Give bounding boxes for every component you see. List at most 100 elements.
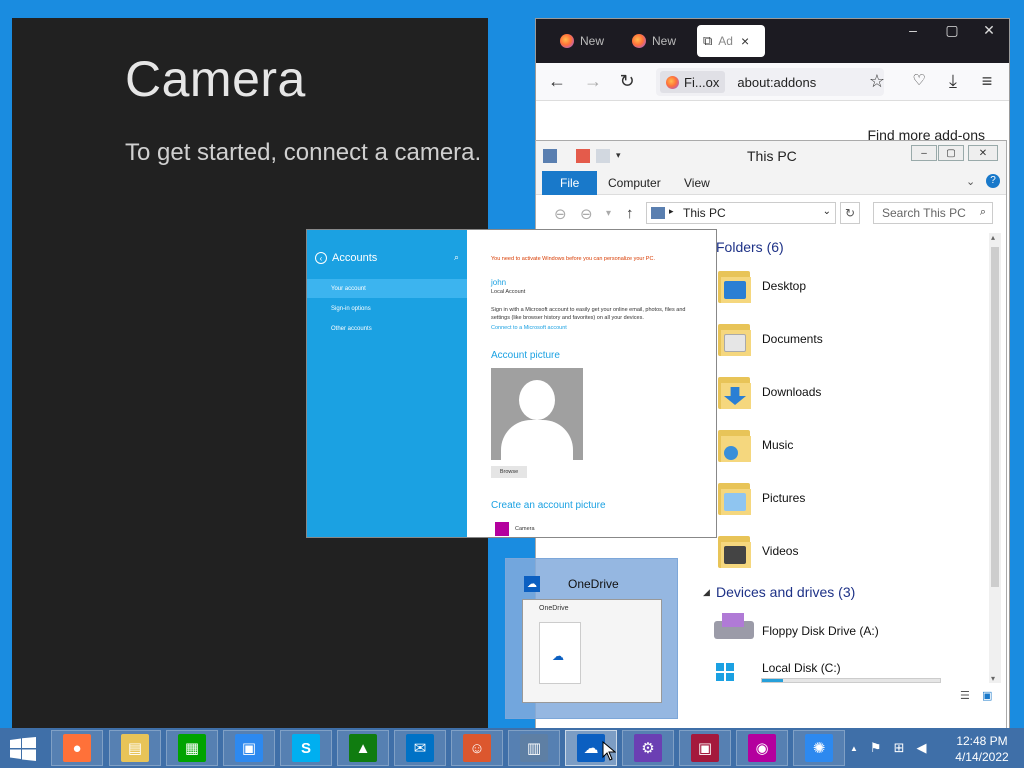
ribbon-expand-icon[interactable]: ⌄ xyxy=(966,175,975,188)
reload-icon[interactable]: ↻ xyxy=(616,71,638,92)
folder-downloads[interactable]: Downloads xyxy=(762,385,821,399)
forward-arrow-icon[interactable]: → xyxy=(582,71,604,92)
accounts-nav-your-account[interactable]: Your account xyxy=(307,279,467,298)
folder-icon xyxy=(718,322,752,358)
taskbar-file-explorer-button[interactable]: ▤ xyxy=(109,730,161,766)
show-hidden-icons-icon[interactable]: ▲ xyxy=(850,744,858,753)
taskbar-clock[interactable]: 12:48 PM 4/14/2022 xyxy=(950,733,1014,765)
explorer-scrollbar[interactable]: ▴ ▾ xyxy=(989,233,1001,683)
explorer-maximize-button[interactable]: ▢ xyxy=(938,145,964,161)
action-center-flag-icon[interactable]: ⚑ xyxy=(870,740,882,756)
taskbar-brightness-button[interactable]: ✺ xyxy=(793,730,845,766)
url-bar[interactable]: Fi...ox about:addons xyxy=(656,68,884,96)
taskbar-games-button[interactable]: ▲ xyxy=(337,730,389,766)
explorer-address-row: ⊖ ⊖ ▾ ↑ ▸ This PC ⌄ ↻ Search This PC ⌕ xyxy=(536,195,1006,229)
camera-icon: ◉ xyxy=(748,734,776,762)
folder-pictures[interactable]: Pictures xyxy=(762,491,805,505)
folders-group-header[interactable]: Folders (6) xyxy=(716,239,784,255)
volume-muted-icon[interactable]: ◀ xyxy=(916,740,926,756)
scrollbar-thumb[interactable] xyxy=(991,247,999,587)
onedrive-preview-image[interactable]: OneDrive ☁ xyxy=(522,599,662,703)
up-arrow-icon[interactable]: ↑ xyxy=(626,205,634,222)
taskbar-settings-button[interactable]: ⚙ xyxy=(622,730,674,766)
control-panel-icon: ▣ xyxy=(235,734,263,762)
people-icon: ☺ xyxy=(463,734,491,762)
taskbar-firefox-button[interactable]: ● xyxy=(51,730,103,766)
forward-icon[interactable]: ⊖ xyxy=(580,205,593,223)
taskbar-skype-button[interactable]: S xyxy=(280,730,332,766)
tab-new-2[interactable]: New xyxy=(626,25,692,57)
onedrive-thumbnail-preview[interactable]: ☁ OneDrive OneDrive ☁ xyxy=(505,558,678,719)
new-folder-icon[interactable] xyxy=(596,149,610,163)
scroll-down-icon[interactable]: ▾ xyxy=(991,674,995,683)
ribbon-tab-computer[interactable]: Computer xyxy=(608,171,661,195)
camera-option[interactable]: Camera xyxy=(495,522,535,536)
onedrive-preview-label: OneDrive xyxy=(568,577,619,591)
tab-label: Ad xyxy=(718,34,733,48)
minimize-button[interactable]: – xyxy=(896,19,930,41)
taskbar-mail-button[interactable]: ✉ xyxy=(394,730,446,766)
identity-chip[interactable]: Fi...ox xyxy=(660,71,726,93)
collapse-triangle-icon[interactable]: ◢ xyxy=(703,587,710,598)
pocket-icon[interactable]: ♡ xyxy=(908,71,930,89)
folder-desktop[interactable]: Desktop xyxy=(762,279,806,293)
tab-label: New xyxy=(580,34,605,48)
search-input[interactable]: Search This PC ⌕ xyxy=(873,202,993,224)
accounts-header[interactable]: ‹ Accounts xyxy=(315,252,377,264)
clock-time: 12:48 PM xyxy=(956,734,1008,748)
back-icon[interactable]: ⊖ xyxy=(554,205,567,223)
chevron-down-icon[interactable]: ⌄ xyxy=(823,206,831,217)
devices-group-header[interactable]: Devices and drives (3) xyxy=(716,584,855,600)
taskbar: ● ▤ ▦ ▣ S ▲ ✉ ☺ ▥ ☁ ⚙ ▣ ◉ ✺ ▲ ⚑ ⊞ ◀ 12:48 PM 4/14/202… xyxy=(0,728,1024,768)
details-view-icon[interactable]: ☰ xyxy=(960,689,970,702)
maximize-button[interactable]: ▢ xyxy=(935,19,969,41)
tab-close-icon[interactable]: × xyxy=(741,33,749,49)
onedrive-cloud-icon: ☁ xyxy=(524,576,540,592)
taskbar-store-button[interactable]: ▦ xyxy=(166,730,218,766)
search-icon[interactable]: ⌕ xyxy=(454,252,459,263)
recent-dropdown-icon[interactable]: ▾ xyxy=(606,208,611,219)
explorer-title-bar: ▾ This PC – ▢ ✕ xyxy=(536,141,1006,171)
ribbon-tab-view[interactable]: View xyxy=(684,171,710,195)
accounts-nav-other-accounts[interactable]: Other accounts xyxy=(307,319,467,338)
tiles-view-icon[interactable]: ▣ xyxy=(982,689,992,702)
taskbar-people-button[interactable]: ☺ xyxy=(451,730,503,766)
taskbar-photos-button[interactable]: ▣ xyxy=(679,730,731,766)
explorer-close-button[interactable]: ✕ xyxy=(968,145,998,161)
tab-new-1[interactable]: New xyxy=(554,25,620,57)
accounts-header-label: Accounts xyxy=(332,252,378,264)
puzzle-icon: ⧉ xyxy=(703,33,713,48)
quick-access-dropdown-icon[interactable]: ▾ xyxy=(616,150,621,161)
browse-button[interactable]: Browse xyxy=(491,466,527,478)
folder-documents[interactable]: Documents xyxy=(762,332,823,346)
start-windows-icon[interactable] xyxy=(10,737,36,761)
back-arrow-icon[interactable]: ← xyxy=(546,71,568,92)
address-bar[interactable]: ▸ This PC ⌄ xyxy=(646,202,836,224)
folder-music[interactable]: Music xyxy=(762,438,793,452)
explorer-minimize-button[interactable]: – xyxy=(911,145,937,161)
taskbar-task-manager-button[interactable]: ▥ xyxy=(508,730,560,766)
scroll-up-icon[interactable]: ▴ xyxy=(991,233,995,242)
network-icon[interactable]: ⊞ xyxy=(894,740,905,756)
folder-videos[interactable]: Videos xyxy=(762,544,798,558)
tab-addons[interactable]: ⧉ Ad × xyxy=(697,25,765,57)
accounts-nav-sign-in-options[interactable]: Sign-in options xyxy=(307,299,467,318)
ribbon-tab-file[interactable]: File xyxy=(542,171,598,195)
back-circle-icon[interactable]: ‹ xyxy=(315,252,327,264)
close-button[interactable]: ✕ xyxy=(972,19,1006,41)
download-icon[interactable]: ⤓ xyxy=(942,71,964,92)
identity-label: Fi...ox xyxy=(684,74,720,90)
local-disk-item[interactable]: Local Disk (C:) xyxy=(762,661,841,675)
refresh-button[interactable]: ↻ xyxy=(840,202,860,224)
onedrive-preview-title: OneDrive xyxy=(539,605,569,612)
menu-icon[interactable]: ≡ xyxy=(976,71,998,92)
taskbar-control-panel-button[interactable]: ▣ xyxy=(223,730,275,766)
connect-microsoft-account-link[interactable]: Connect to a Microsoft account xyxy=(491,325,567,331)
folder-icon xyxy=(718,481,752,517)
floppy-drive-item[interactable]: Floppy Disk Drive (A:) xyxy=(762,624,879,638)
bookmark-star-icon[interactable]: ☆ xyxy=(866,71,888,92)
taskbar-camera-button[interactable]: ◉ xyxy=(736,730,788,766)
help-icon[interactable]: ? xyxy=(986,174,1000,188)
properties-icon[interactable] xyxy=(576,149,590,163)
account-type: Local Account xyxy=(491,289,526,295)
